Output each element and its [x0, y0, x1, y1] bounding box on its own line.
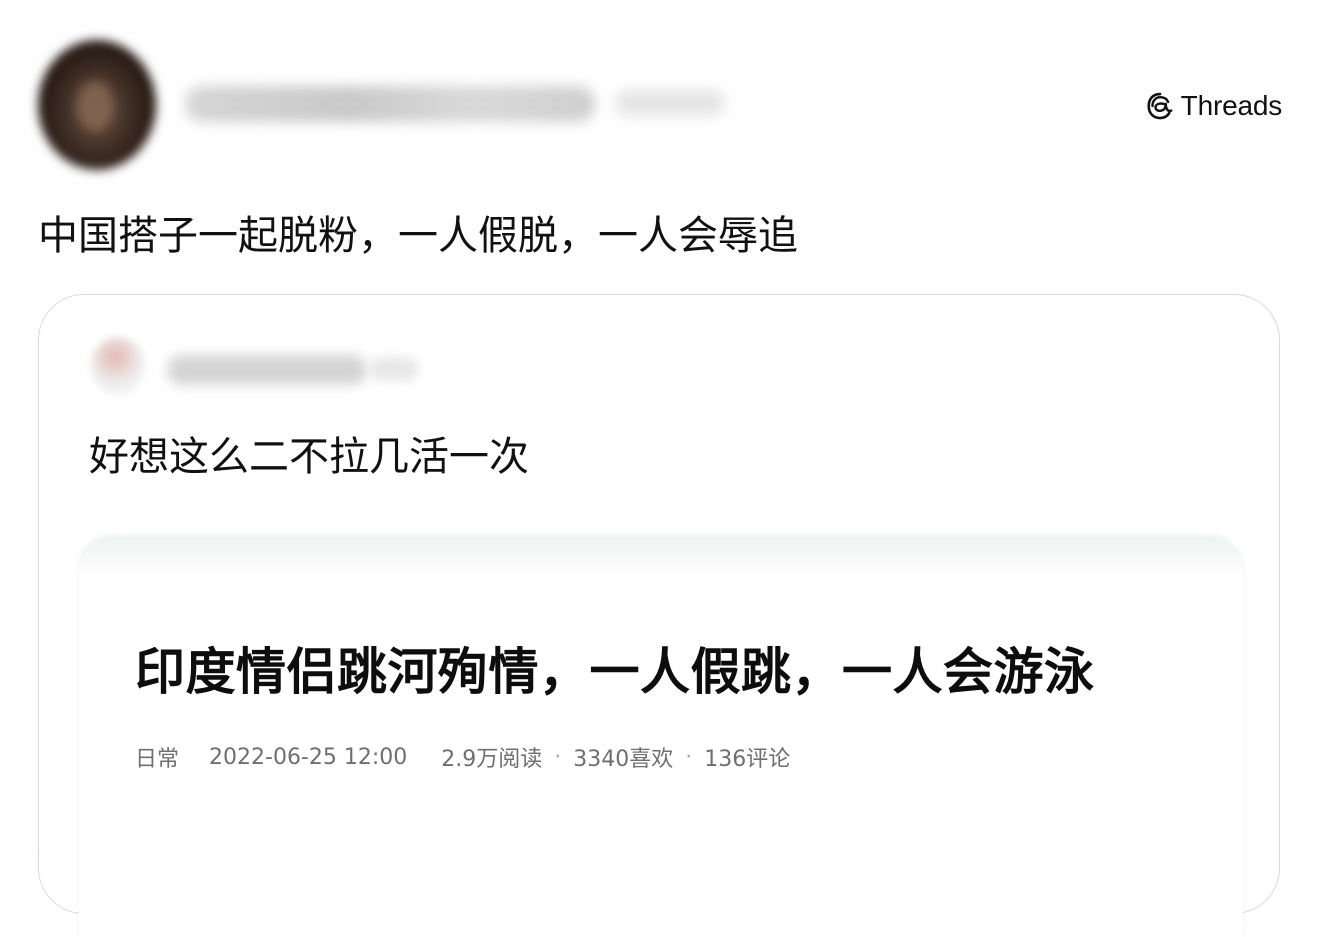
threads-brand: Threads: [1145, 88, 1282, 124]
embedded-article-image[interactable]: 印度情侣跳河殉情，一人假跳，一人会游泳 日常 2022-06-25 12:00 …: [79, 537, 1243, 937]
quoted-author-username-blurred[interactable]: [167, 355, 367, 385]
meta-separator: ·: [554, 744, 562, 770]
article-comments: 136评论: [704, 747, 791, 772]
post-body-text: 中国搭子一起脱粉，一人假脱，一人会辱追: [38, 213, 798, 259]
threads-logo-icon: [1147, 92, 1173, 120]
meta-separator: ·: [685, 744, 693, 770]
article-title: 印度情侣跳河殉情，一人假跳，一人会游泳: [135, 643, 1095, 701]
article-category: 日常: [135, 747, 180, 772]
quoted-post-card[interactable]: 好想这么二不拉几活一次 印度情侣跳河殉情，一人假跳，一人会游泳 日常 2022-…: [38, 294, 1280, 937]
article-meta: 日常 2022-06-25 12:00 2.9万阅读 · 3340喜欢 · 13…: [135, 741, 790, 773]
article-reads: 2.9万阅读: [441, 747, 543, 772]
article-date: 2022-06-25 12:00: [209, 744, 408, 770]
threads-label: Threads: [1180, 90, 1283, 121]
article-top-band: [79, 537, 1243, 577]
quoted-post-time-blurred: [369, 357, 419, 381]
article-likes: 3340喜欢: [573, 747, 674, 772]
author-username-blurred[interactable]: [185, 86, 595, 122]
quoted-author-avatar[interactable]: [91, 337, 145, 395]
post-time-blurred: [615, 90, 725, 116]
threads-post-screenshot: Threads 中国搭子一起脱粉，一人假脱，一人会辱追 好想这么二不拉几活一次 …: [0, 0, 1320, 937]
author-avatar[interactable]: [38, 40, 156, 170]
quoted-post-text: 好想这么二不拉几活一次: [89, 434, 529, 480]
